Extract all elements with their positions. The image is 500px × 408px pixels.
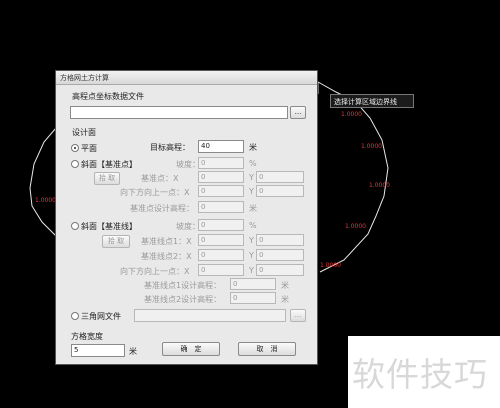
line-point1-y-input[interactable]: 0 bbox=[256, 234, 304, 246]
slope-point-slope-label: 坡度： bbox=[176, 160, 200, 169]
line-point2-x-label: 基准线点2：X bbox=[141, 252, 192, 261]
line-point1-x-label: 基准线点1：X bbox=[141, 237, 192, 246]
slope-point-direction-x-input[interactable]: 0 bbox=[198, 185, 244, 197]
cancel-button[interactable]: 取 消 bbox=[238, 342, 296, 356]
line-point2-y-label: Y bbox=[249, 251, 254, 260]
file-section-label: 高程点坐标数据文件 bbox=[72, 92, 144, 101]
slope-line-pick-button[interactable]: 拾 取 bbox=[102, 235, 130, 248]
line-point2-y-input[interactable]: 0 bbox=[256, 249, 304, 261]
target-elevation-input[interactable]: 40 bbox=[198, 140, 244, 153]
slope-point-radio[interactable] bbox=[71, 160, 79, 168]
base-point-elevation-unit: 米 bbox=[249, 204, 257, 213]
line-point1-elevation-input[interactable]: 0 bbox=[230, 278, 276, 290]
slope-line-direction-x-input[interactable]: 0 bbox=[198, 264, 244, 276]
slope-line-slope-label: 坡度： bbox=[176, 222, 200, 231]
base-point-elevation-label: 基准点设计高程： bbox=[130, 204, 194, 213]
line-point1-y-label: Y bbox=[249, 236, 254, 245]
file-path-input[interactable] bbox=[70, 106, 288, 119]
slope-point-direction-label: 向下方向上一点：X bbox=[120, 188, 190, 197]
cad-label: 1.0000 bbox=[361, 143, 382, 150]
target-elevation-label: 目标高程： bbox=[150, 143, 190, 152]
line-point2-elevation-label: 基准线点2设计高程： bbox=[144, 295, 222, 304]
line-point2-elevation-input[interactable]: 0 bbox=[230, 292, 276, 304]
base-point-y-label: Y bbox=[249, 173, 254, 182]
cad-label: 1.0000 bbox=[320, 262, 341, 269]
line-point1-elevation-label: 基准线点1设计高程： bbox=[144, 281, 222, 290]
grid-width-unit: 米 bbox=[129, 347, 137, 356]
cad-label: 1.0000 bbox=[345, 223, 366, 230]
earthwork-dialog: 方格网土方计算 高程点坐标数据文件 ... 设计面 平面 目标高程： 40 米 … bbox=[55, 70, 318, 365]
target-elevation-unit: 米 bbox=[249, 143, 257, 152]
tin-browse-button[interactable]: ... bbox=[290, 309, 306, 322]
slope-line-direction-label: 向下方向上一点：X bbox=[120, 267, 190, 276]
design-section-label: 设计面 bbox=[72, 128, 96, 137]
slope-point-pick-button[interactable]: 拾 取 bbox=[94, 172, 120, 185]
slope-point-direction-y-input[interactable]: 0 bbox=[256, 185, 304, 197]
tin-file-radio[interactable] bbox=[71, 312, 79, 320]
slope-line-direction-y-label: Y bbox=[249, 266, 254, 275]
line-point1-elevation-unit: 米 bbox=[281, 281, 289, 290]
canvas-tooltip: 选择计算区域边界线 bbox=[330, 94, 414, 108]
slope-point-direction-y-label: Y bbox=[249, 187, 254, 196]
base-point-x-label: 基准点：X bbox=[141, 174, 179, 183]
plane-radio[interactable] bbox=[71, 144, 79, 152]
file-browse-button[interactable]: ... bbox=[290, 106, 306, 119]
watermark-text: 软件技巧 bbox=[352, 355, 488, 394]
line-point2-x-input[interactable]: 0 bbox=[198, 249, 244, 261]
grid-width-label: 方格宽度 bbox=[71, 332, 103, 341]
slope-line-slope-unit: % bbox=[249, 221, 257, 230]
slope-point-label: 斜面【基准点】 bbox=[81, 160, 137, 169]
cad-label: 1.0000 bbox=[35, 197, 56, 204]
slope-line-slope-input[interactable]: 0 bbox=[198, 219, 244, 231]
slope-point-slope-input[interactable]: 0 bbox=[198, 157, 244, 169]
line-point2-elevation-unit: 米 bbox=[281, 295, 289, 304]
tin-file-input[interactable] bbox=[134, 309, 286, 322]
ok-button[interactable]: 确 定 bbox=[162, 342, 220, 356]
base-point-elevation-input[interactable]: 0 bbox=[198, 201, 244, 213]
dialog-title[interactable]: 方格网土方计算 bbox=[56, 71, 317, 85]
boundary-polyline-left bbox=[29, 127, 57, 237]
base-point-x-input[interactable]: 0 bbox=[198, 171, 244, 183]
plane-label: 平面 bbox=[81, 144, 97, 153]
tin-file-label: 三角网文件 bbox=[81, 312, 121, 321]
cad-label: 1.0000 bbox=[369, 182, 390, 189]
base-point-y-input[interactable]: 0 bbox=[256, 171, 304, 183]
slope-line-direction-y-input[interactable]: 0 bbox=[256, 264, 304, 276]
slope-point-slope-unit: % bbox=[249, 159, 257, 168]
line-point1-x-input[interactable]: 0 bbox=[198, 234, 244, 246]
grid-width-input[interactable]: 5 bbox=[71, 344, 125, 357]
slope-line-label: 斜面【基准线】 bbox=[81, 222, 137, 231]
slope-line-radio[interactable] bbox=[71, 222, 79, 230]
cad-label: 1.0000 bbox=[341, 111, 362, 118]
